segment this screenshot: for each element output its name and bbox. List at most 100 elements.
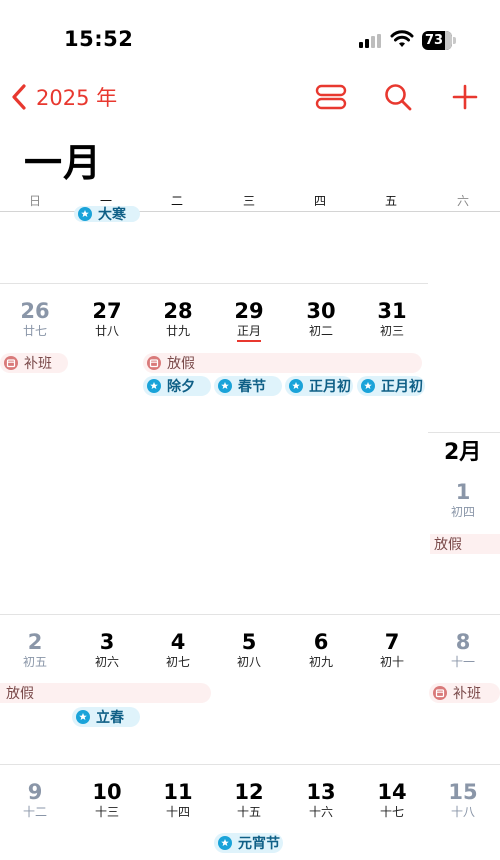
lunar-date: 初八 <box>236 655 261 669</box>
day-number: 4 <box>170 630 186 654</box>
day-cell[interactable]: 6 初九 <box>291 630 351 670</box>
lunar-date: 十五 <box>236 805 261 819</box>
event-pill[interactable]: 元宵节 <box>214 833 283 853</box>
day-number: 28 <box>163 299 193 323</box>
day-cell[interactable]: 31 初三 <box>362 299 422 339</box>
calendar-circle-icon <box>4 356 18 370</box>
day-number: 26 <box>20 299 50 323</box>
star-circle-icon <box>218 836 232 850</box>
week-separator <box>0 283 428 284</box>
lunar-date: 初七 <box>165 655 190 669</box>
lunar-date: 初三 <box>379 324 404 338</box>
event-pill[interactable]: 正月初 <box>285 376 353 396</box>
week-separator <box>0 764 500 765</box>
day-cell[interactable]: 5 初八 <box>219 630 279 670</box>
day-number: 7 <box>384 630 400 654</box>
battery-icon: 73 <box>422 31 456 50</box>
day-number: 6 <box>313 630 329 654</box>
star-circle-icon <box>147 379 161 393</box>
weekday-sun: 日 <box>28 194 41 208</box>
add-event-button[interactable] <box>445 80 485 114</box>
day-number: 30 <box>306 299 336 323</box>
day-cell[interactable]: 7 初十 <box>362 630 422 670</box>
day-cell[interactable]: 8 十一 <box>433 630 493 670</box>
day-number: 15 <box>448 780 478 804</box>
day-number: 14 <box>377 780 407 804</box>
lunar-date: 十二 <box>22 805 47 819</box>
day-cell[interactable]: 10 十三 <box>77 780 137 820</box>
day-number: 3 <box>99 630 115 654</box>
event-pill[interactable]: 放假 <box>430 534 500 554</box>
event-pill[interactable]: 正月初 <box>357 376 425 396</box>
star-circle-icon <box>361 379 375 393</box>
day-cell[interactable]: 30 初二 <box>291 299 351 339</box>
star-circle-icon <box>289 379 303 393</box>
lunar-date: 十八 <box>450 805 475 819</box>
lunar-date: 十三 <box>94 805 119 819</box>
event-label: 春节 <box>238 379 266 395</box>
weekday-fri: 五 <box>384 194 397 208</box>
day-cell[interactable]: 12 十五 <box>219 780 279 820</box>
day-cell[interactable]: 9 十二 <box>5 780 65 820</box>
event-pill[interactable]: 放假 <box>143 353 422 373</box>
event-pill[interactable]: 大寒 <box>74 206 140 222</box>
day-number: 29 <box>234 299 264 323</box>
chevron-left-icon <box>12 84 26 110</box>
list-view-button[interactable] <box>311 80 351 114</box>
star-circle-icon <box>218 379 232 393</box>
event-pill[interactable]: 春节 <box>214 376 282 396</box>
day-cell[interactable]: 13 十六 <box>291 780 351 820</box>
lunar-date: 廿九 <box>165 324 190 338</box>
day-number: 9 <box>27 780 43 804</box>
day-cell[interactable]: 1 初四 <box>433 480 493 520</box>
day-cell[interactable]: 15 十八 <box>433 780 493 820</box>
event-pill[interactable]: 立春 <box>72 707 140 727</box>
week-separator <box>428 432 500 433</box>
event-pill[interactable]: 放假 <box>0 683 211 703</box>
day-cell[interactable]: 26 廿七 <box>5 299 65 339</box>
day-cell[interactable]: 3 初六 <box>77 630 137 670</box>
lunar-date: 十四 <box>165 805 190 819</box>
event-label: 大寒 <box>98 207 126 222</box>
event-pill[interactable]: 补班 <box>429 683 500 703</box>
event-pill[interactable]: 除夕 <box>143 376 211 396</box>
star-circle-icon <box>76 710 90 724</box>
day-cell-today[interactable]: 29 正月 <box>219 299 279 342</box>
month-label: 2月 <box>444 440 482 465</box>
weekday-tue: 二 <box>170 194 183 208</box>
day-number: 1 <box>455 480 471 504</box>
lunar-date: 初五 <box>22 655 47 669</box>
day-cell[interactable]: 27 廿八 <box>77 299 137 339</box>
week-separator <box>0 614 500 615</box>
status-time: 15:52 <box>64 27 134 51</box>
search-button[interactable] <box>378 80 418 114</box>
day-number: 13 <box>306 780 336 804</box>
plus-icon <box>452 84 478 110</box>
back-to-year-button[interactable]: 2025 年 <box>8 80 117 114</box>
day-number: 2 <box>27 630 43 654</box>
lunar-date: 廿七 <box>22 324 47 338</box>
lunar-date: 正月 <box>236 324 261 338</box>
event-label: 正月初 <box>381 379 423 395</box>
star-circle-icon <box>78 207 92 221</box>
day-cell[interactable]: 14 十七 <box>362 780 422 820</box>
lunar-date: 十七 <box>379 805 404 819</box>
event-pill[interactable]: 补班 <box>0 353 68 373</box>
lunar-date: 初十 <box>379 655 404 669</box>
day-cell[interactable]: 2 初五 <box>5 630 65 670</box>
day-cell[interactable]: 11 十四 <box>148 780 208 820</box>
month-title: 一月 <box>24 141 103 185</box>
day-number: 8 <box>455 630 471 654</box>
today-indicator <box>237 340 261 342</box>
lunar-date: 初四 <box>450 505 475 519</box>
weekday-thu: 四 <box>313 194 326 208</box>
day-number: 11 <box>163 780 193 804</box>
event-label: 放假 <box>434 537 462 553</box>
event-label: 元宵节 <box>238 836 280 852</box>
event-label: 除夕 <box>167 379 195 395</box>
event-label: 放假 <box>6 686 34 702</box>
event-label: 补班 <box>24 356 52 372</box>
day-cell[interactable]: 28 廿九 <box>148 299 208 339</box>
day-cell[interactable]: 4 初七 <box>148 630 208 670</box>
event-label: 正月初 <box>309 379 351 395</box>
